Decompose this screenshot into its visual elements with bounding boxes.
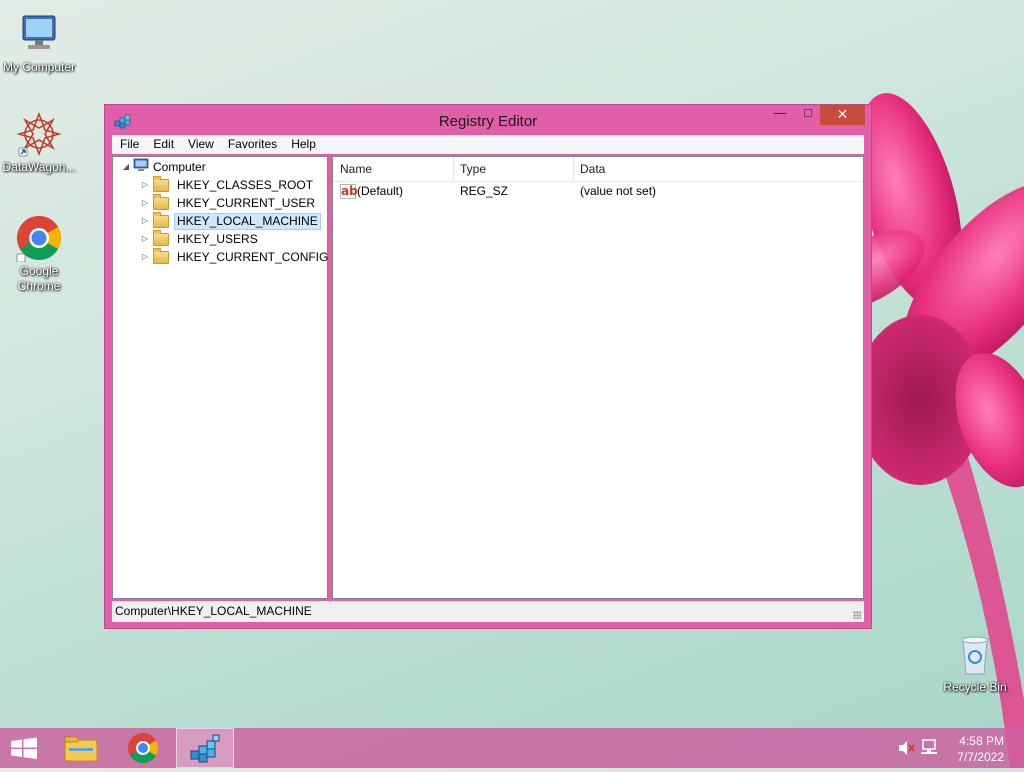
tree-node-hkey-current-config[interactable]: ▷ HKEY_CURRENT_CONFIG: [140, 247, 331, 266]
folder-icon: [153, 193, 169, 210]
desktop-icon-label: DataWagon...: [2, 160, 76, 174]
tree-label: Computer: [153, 160, 206, 174]
desktop-icon-label: Google Chrome: [17, 264, 61, 293]
volume-muted-icon[interactable]: [899, 741, 915, 755]
column-header-data[interactable]: Data: [580, 162, 605, 176]
desktop-icon-recycle-bin[interactable]: Recycle Bin: [936, 630, 1014, 695]
expand-arrow-icon[interactable]: ▷: [140, 248, 150, 266]
menu-edit[interactable]: Edit: [146, 135, 181, 154]
recycle-bin-icon: [951, 630, 999, 678]
start-button[interactable]: [0, 728, 58, 768]
tree-label: HKEY_CURRENT_USER: [177, 196, 316, 210]
menu-view[interactable]: View: [181, 135, 221, 154]
close-button[interactable]: ✕: [820, 105, 865, 125]
menu-file[interactable]: File: [112, 135, 146, 154]
column-header-name[interactable]: Name: [340, 162, 372, 176]
list-header: Name Type Data: [333, 157, 863, 182]
datawagon-logo-icon: [15, 110, 63, 158]
status-bar: Computer\HKEY_LOCAL_MACHINE: [112, 601, 864, 622]
tree-node-hkey-users[interactable]: ▷ HKEY_USERS: [140, 229, 261, 248]
tree-node-computer[interactable]: ◢ Computer: [121, 158, 206, 176]
registry-editor-icon: [190, 734, 220, 763]
collapse-arrow-icon[interactable]: ◢: [121, 158, 131, 176]
tree-node-hkey-classes-root[interactable]: ▷ HKEY_CLASSES_ROOT: [140, 175, 316, 194]
maximize-button[interactable]: □: [795, 105, 821, 125]
menu-favorites[interactable]: Favorites: [221, 135, 284, 154]
string-value-icon: ab: [340, 184, 358, 199]
value-row[interactable]: ab (Default) REG_SZ (value not set): [333, 182, 863, 200]
status-path: Computer\HKEY_LOCAL_MACHINE: [115, 604, 312, 618]
expand-arrow-icon[interactable]: ▷: [140, 212, 150, 230]
expand-arrow-icon[interactable]: ▷: [140, 176, 150, 194]
folder-icon: [153, 247, 169, 264]
network-icon[interactable]: [921, 739, 937, 754]
chrome-icon: [15, 214, 63, 263]
menu-bar: File Edit View Favorites Help: [112, 135, 864, 154]
value-name: (Default): [357, 184, 404, 198]
system-tray: [894, 728, 944, 768]
values-list[interactable]: Name Type Data ab (Default) REG_SZ (valu…: [332, 156, 864, 599]
desktop-icon-my-computer[interactable]: My Computer: [0, 10, 78, 75]
clock-time: 4:58 PM: [959, 734, 1004, 748]
computer-icon: [133, 158, 149, 177]
registry-tree[interactable]: ◢ Computer ▷ HKEY_CLASSES_ROOT ▷ HKEY_CU…: [112, 156, 328, 599]
column-header-type[interactable]: Type: [460, 162, 486, 176]
file-explorer-icon: [64, 736, 98, 762]
computer-icon: [15, 10, 63, 58]
column-divider[interactable]: [453, 157, 454, 181]
expand-arrow-icon[interactable]: ▷: [140, 194, 150, 212]
folder-icon: [153, 229, 169, 246]
chrome-icon: [128, 733, 159, 764]
taskbar-file-explorer[interactable]: [52, 728, 110, 768]
window-title: Registry Editor: [438, 113, 538, 130]
expand-arrow-icon[interactable]: ▷: [140, 230, 150, 248]
column-divider[interactable]: [573, 157, 574, 181]
windows-logo-icon: [11, 737, 37, 759]
minimize-button[interactable]: —: [767, 105, 793, 125]
tree-node-hkey-current-user[interactable]: ▷ HKEY_CURRENT_USER: [140, 193, 318, 212]
value-data: (value not set): [580, 184, 657, 198]
menu-help[interactable]: Help: [284, 135, 323, 154]
taskbar: 4:58 PM 7/7/2022: [0, 728, 1024, 768]
taskbar-clock[interactable]: 4:58 PM 7/7/2022: [957, 733, 1004, 765]
tree-label: HKEY_CURRENT_CONFIG: [177, 250, 329, 264]
tree-label: HKEY_USERS: [177, 232, 258, 246]
desktop-icon-label: Recycle Bin: [943, 680, 1007, 694]
desktop-icon-datawagon[interactable]: DataWagon...: [0, 110, 78, 175]
registry-editor-window: Registry Editor — □ ✕ File Edit View Fav…: [104, 104, 872, 629]
resize-grip-icon[interactable]: [853, 611, 861, 619]
tree-node-hkey-local-machine[interactable]: ▷ HKEY_LOCAL_MACHINE: [140, 211, 321, 230]
desktop-icon-label: My Computer: [2, 60, 76, 74]
tree-label-selected: HKEY_LOCAL_MACHINE: [174, 212, 321, 230]
desktop-icon-google-chrome[interactable]: Google Chrome: [0, 214, 78, 294]
folder-icon: [153, 175, 169, 192]
value-type: REG_SZ: [460, 184, 509, 198]
taskbar-registry-editor[interactable]: [176, 728, 234, 768]
title-bar[interactable]: Registry Editor — □ ✕: [105, 105, 871, 135]
tree-label: HKEY_CLASSES_ROOT: [177, 178, 314, 192]
taskbar-google-chrome[interactable]: [114, 728, 172, 768]
folder-icon: [153, 211, 169, 228]
clock-date: 7/7/2022: [957, 750, 1004, 764]
